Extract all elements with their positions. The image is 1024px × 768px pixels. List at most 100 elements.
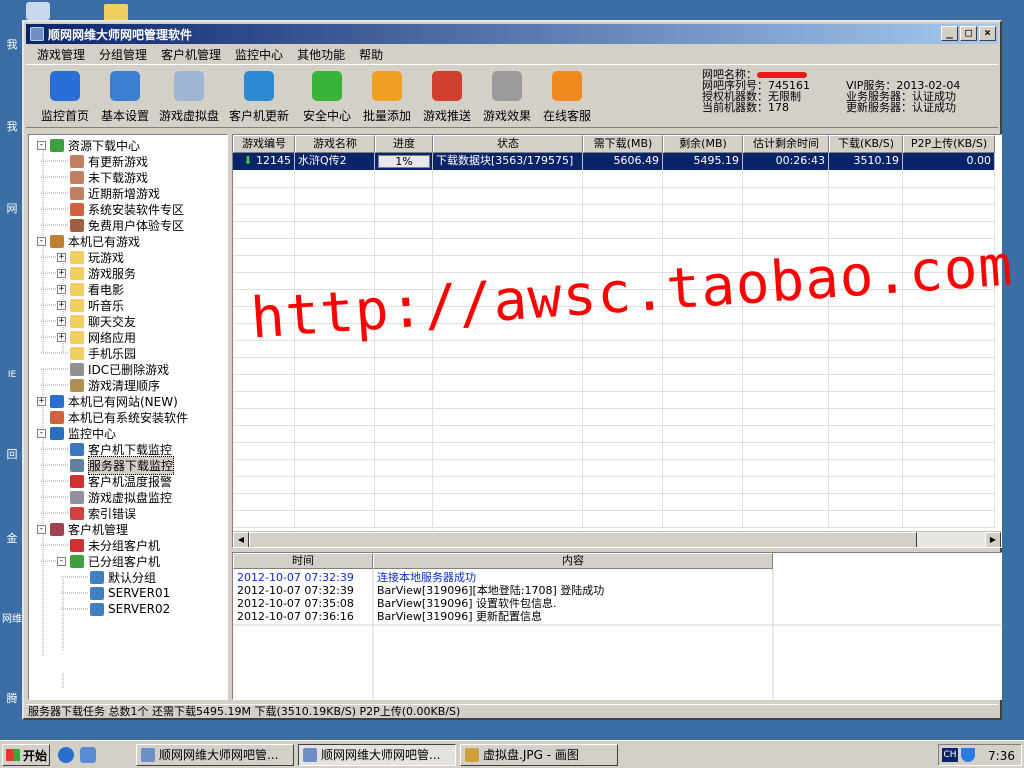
desktop-label-1[interactable]: 我 <box>2 36 22 52</box>
log-row[interactable]: 2012-10-07 07:32:39 连接本地服务器成功 <box>233 571 476 584</box>
toolbar-button-7[interactable]: 游戏效果 <box>476 71 538 124</box>
tree-item[interactable]: + 看电影 <box>57 281 124 297</box>
tree-item[interactable]: - 监控中心 <box>37 425 116 441</box>
grid-col-header[interactable]: P2P上传(KB/S) <box>903 135 995 153</box>
tree-item[interactable]: 未分组客户机 <box>70 537 160 553</box>
ime-indicator[interactable]: CH <box>942 748 958 762</box>
minimize-button[interactable]: _ <box>941 26 958 41</box>
tree-item[interactable]: + 听音乐 <box>57 297 124 313</box>
close-button[interactable]: × <box>979 26 996 41</box>
tree-item[interactable]: 服务器下载监控 <box>70 455 175 475</box>
menu-item-5[interactable]: 帮助 <box>352 46 390 63</box>
expand-icon[interactable]: + <box>57 252 66 262</box>
desktop-label-4[interactable]: IE <box>2 370 22 380</box>
tree-item[interactable]: + 聊天交友 <box>57 313 136 329</box>
toolbar-button-8[interactable]: 在线客服 <box>536 71 598 124</box>
expand-icon[interactable]: + <box>57 284 66 294</box>
log-row[interactable]: 2012-10-07 07:35:08 BarView[319096] 设置软件包… <box>233 597 556 610</box>
taskbar-item-paint[interactable]: 虚拟盘.JPG - 画图 <box>460 744 618 766</box>
log-col-content[interactable]: 内容 <box>373 553 773 569</box>
menu-item-1[interactable]: 分组管理 <box>92 46 154 63</box>
toolbar-button-0[interactable]: 监控首页 <box>34 71 96 124</box>
tree-item[interactable]: 索引错误 <box>70 505 136 521</box>
tree-item[interactable]: 游戏虚拟盘监控 <box>70 489 172 505</box>
grid-col-header[interactable]: 下载(KB/S) <box>829 135 903 153</box>
tree-item[interactable]: - 本机已有游戏 <box>37 233 140 249</box>
tree-item[interactable]: 未下载游戏 <box>70 169 148 185</box>
tree-item[interactable]: - 资源下载中心 <box>37 137 140 153</box>
toolbar-button-3[interactable]: 客户机更新 <box>224 71 294 124</box>
table-row[interactable]: ⬇ 12145 水浒Q传2 1% 下载数据块[3563/179575] 5606.49 5… <box>233 153 995 170</box>
desktop-label-7[interactable]: 网维 <box>2 610 22 625</box>
collapse-icon[interactable]: - <box>37 140 46 150</box>
tree-item[interactable]: 有更新游戏 <box>70 153 148 169</box>
desktop-label-6[interactable]: 金 <box>2 530 22 546</box>
tree-item[interactable]: IDC已删除游戏 <box>70 361 169 377</box>
toolbar-button-1[interactable]: 基本设置 <box>94 71 156 124</box>
grid-col-header[interactable]: 估计剩余时间 <box>743 135 829 153</box>
tree-item[interactable]: 近期新增游戏 <box>70 185 160 201</box>
task-label: 虚拟盘.JPG - 画图 <box>483 748 579 762</box>
security-tray-icon[interactable] <box>961 748 975 762</box>
taskbar-item-app2[interactable]: 顺网网维大师网吧管... <box>298 744 456 766</box>
expand-icon[interactable]: + <box>57 268 66 278</box>
tree-item[interactable]: SERVER02 <box>90 601 170 617</box>
tree-item[interactable]: - 已分组客户机 <box>57 553 160 569</box>
tree-item[interactable]: 客户机温度报警 <box>70 473 172 489</box>
scroll-right-button[interactable]: ▶ <box>985 532 1001 547</box>
toolbar-button-4[interactable]: 安全中心 <box>296 71 358 124</box>
expand-icon[interactable]: + <box>57 316 66 326</box>
desktop-quicklaunch-icon[interactable] <box>80 747 96 763</box>
menu-item-0[interactable]: 游戏管理 <box>30 46 92 63</box>
taskbar-item-app1[interactable]: 顺网网维大师网吧管... <box>136 744 294 766</box>
expand-icon[interactable]: + <box>57 332 66 342</box>
tree-item[interactable]: 默认分组 <box>90 569 156 585</box>
desktop-icon-top[interactable] <box>26 2 50 20</box>
toolbar-button-5[interactable]: 批量添加 <box>356 71 418 124</box>
log-row[interactable]: 2012-10-07 07:32:39 BarView[319096][本地登陆:… <box>233 584 604 597</box>
grid-cell-name: 水浒Q传2 <box>295 153 375 170</box>
collapse-icon[interactable]: - <box>37 236 46 246</box>
expand-icon[interactable]: + <box>37 396 46 406</box>
horizontal-scrollbar[interactable]: ◀ ▶ <box>233 531 1001 547</box>
log-row[interactable]: 2012-10-07 07:36:16 BarView[319096] 更新配置信… <box>233 610 542 623</box>
tree-item[interactable]: 游戏清理顺序 <box>70 377 160 393</box>
maximize-button[interactable]: □ <box>960 26 977 41</box>
tree-item[interactable]: + 游戏服务 <box>57 265 136 281</box>
desktop-label-5[interactable]: 回 <box>2 446 22 462</box>
grid-col-header[interactable]: 状态 <box>433 135 583 153</box>
collapse-icon[interactable]: - <box>57 556 66 566</box>
desktop-label-8[interactable]: 腾 <box>2 690 22 706</box>
log-col-time[interactable]: 时间 <box>233 553 373 569</box>
tree-item[interactable]: 系统安装软件专区 <box>70 201 184 217</box>
scroll-thumb[interactable] <box>249 532 917 547</box>
title-bar[interactable]: 顺网网维大师网吧管理软件 _ □ × <box>26 24 998 44</box>
menu-item-4[interactable]: 其他功能 <box>290 46 352 63</box>
expand-icon[interactable]: + <box>57 300 66 310</box>
grid-col-header[interactable]: 进度 <box>375 135 433 153</box>
tree-item[interactable]: - 客户机管理 <box>37 521 128 537</box>
ie-quicklaunch-icon[interactable] <box>58 747 74 763</box>
toolbar-button-2[interactable]: 游戏虚拟盘 <box>154 71 224 124</box>
tree-item[interactable]: 免费用户体验专区 <box>70 217 184 233</box>
tree-item[interactable]: 本机已有系统安装软件 <box>50 409 188 425</box>
toolbar-button-6[interactable]: 游戏推送 <box>416 71 478 124</box>
tree-item[interactable]: SERVER01 <box>90 585 170 601</box>
menu-item-3[interactable]: 监控中心 <box>228 46 290 63</box>
start-button[interactable]: 开始 <box>2 744 50 766</box>
collapse-icon[interactable]: - <box>37 428 46 438</box>
grid-col-header[interactable]: 游戏名称 <box>295 135 375 153</box>
grid-col-header[interactable]: 游戏编号 <box>233 135 295 153</box>
collapse-icon[interactable]: - <box>37 524 46 534</box>
grid-col-header[interactable]: 剩余(MB) <box>663 135 743 153</box>
desktop-label-2[interactable]: 我 <box>2 118 22 134</box>
grid-col-header[interactable]: 需下载(MB) <box>583 135 663 153</box>
scroll-left-button[interactable]: ◀ <box>233 532 249 547</box>
tree-item[interactable]: + 玩游戏 <box>57 249 124 265</box>
desktop-label-3[interactable]: 网 <box>2 200 22 216</box>
tree-item-label: 游戏虚拟盘监控 <box>88 490 173 505</box>
tree-item[interactable]: 手机乐园 <box>70 345 136 361</box>
menu-item-2[interactable]: 客户机管理 <box>154 46 228 63</box>
tree-item[interactable]: + 网络应用 <box>57 329 136 345</box>
tree-item[interactable]: + 本机已有网站(NEW) <box>37 393 178 409</box>
